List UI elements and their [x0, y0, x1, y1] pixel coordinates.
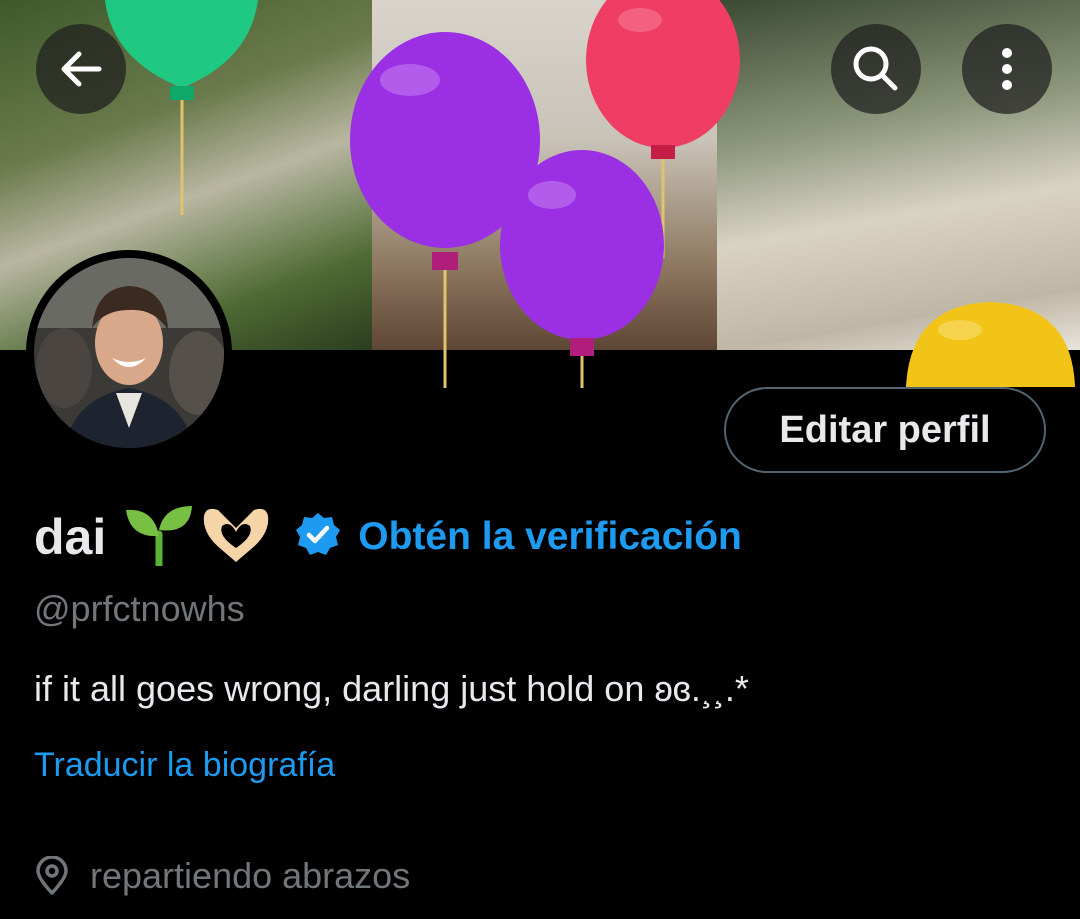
more-options-button[interactable] [962, 24, 1052, 114]
banner-photo-shelf [372, 0, 717, 350]
heart-hands-icon [200, 504, 272, 571]
location-pin-icon [36, 856, 68, 895]
edit-profile-button[interactable]: Editar perfil [724, 387, 1046, 473]
search-button[interactable] [831, 24, 921, 114]
location-text: repartiendo abrazos [90, 855, 411, 896]
profile-name-row: dai Obtén la verificación [34, 502, 742, 572]
search-icon [853, 46, 898, 91]
seedling-icon [124, 504, 194, 571]
back-button[interactable] [36, 24, 126, 114]
verified-badge-icon[interactable] [294, 511, 342, 564]
arrow-left-icon [61, 51, 102, 87]
avatar-photo [34, 258, 224, 448]
get-verified-link[interactable]: Obtén la verificación [358, 515, 742, 559]
profile-handle: @prfctnowhs [34, 588, 245, 629]
profile-bio: if it all goes wrong, darling just hold … [34, 668, 749, 709]
translate-bio-link[interactable]: Traducir la biografía [34, 746, 335, 785]
display-name: dai [34, 509, 107, 565]
more-vertical-icon [1002, 48, 1012, 90]
profile-location: repartiendo abrazos [34, 855, 410, 897]
profile-avatar[interactable] [26, 250, 232, 456]
